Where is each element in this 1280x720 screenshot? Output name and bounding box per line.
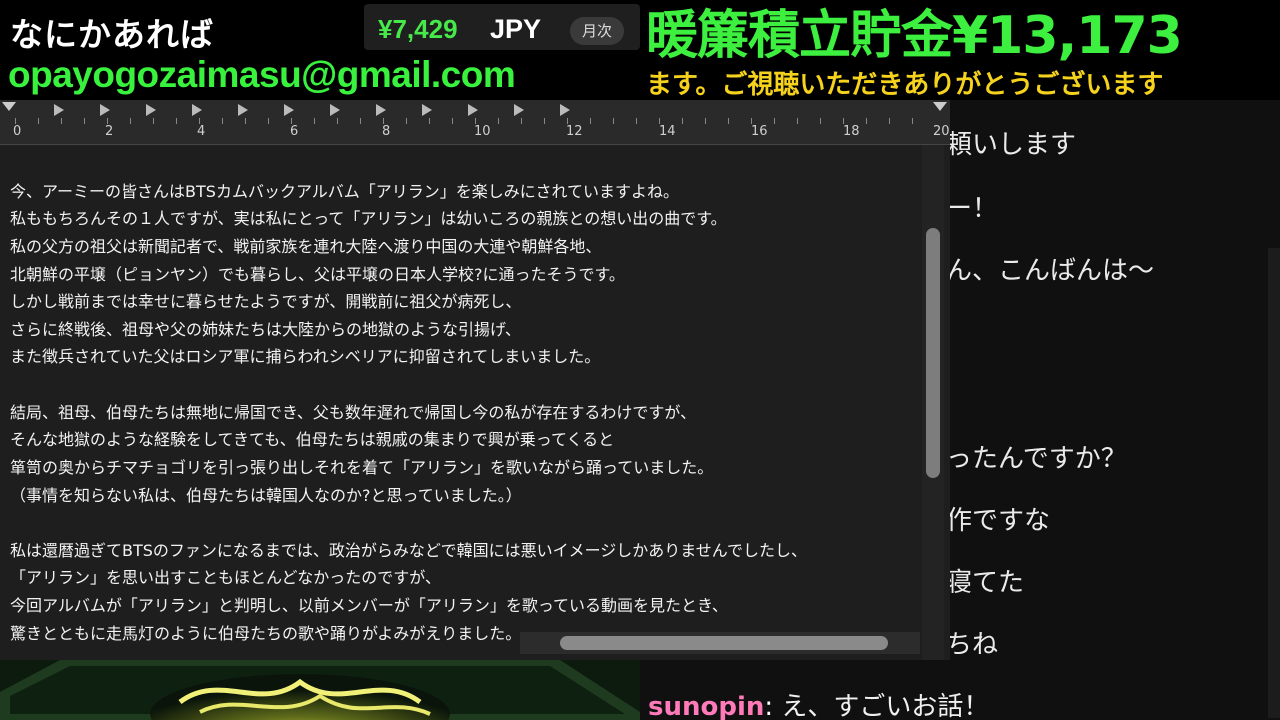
ruler-number: 12 [566, 124, 583, 139]
chat-username: sunopin [648, 692, 765, 720]
chat-scrollbar[interactable] [1268, 248, 1280, 718]
tab-stop-icon[interactable] [146, 104, 156, 116]
okonomiyaki-image [0, 652, 640, 720]
ruler-number: 14 [659, 124, 676, 139]
ruler-number: 4 [197, 124, 206, 139]
horizontal-scrollbar-thumb[interactable] [560, 636, 888, 650]
chat-message-latest: sunopin: え、すごいお話！ [648, 686, 989, 720]
tab-stop-icon[interactable] [376, 104, 386, 116]
tab-stop-icon[interactable] [560, 104, 570, 116]
tab-stop-icon[interactable] [330, 104, 340, 116]
document-line: 北朝鮮の平壌（ピョンヤン）でも暮らし、父は平壌の日本人学校?に通ったそうです。 [10, 265, 625, 284]
document-line: 私ももちろんその１人ですが、実は私にとって「アリラン」は幼いころの親族との想い出… [10, 209, 727, 228]
tab-stop-icon[interactable] [284, 104, 294, 116]
ruler-number: 8 [382, 124, 391, 139]
chat-colon: : [764, 692, 782, 720]
document-line: 私の父方の祖父は新聞記者で、戦前家族を連れ大陸へ渡り中国の大連や朝鮮各地、 [10, 237, 602, 256]
ruler-number: 16 [751, 124, 768, 139]
ruler-number: 20 [933, 124, 950, 139]
document-line: 私は還暦過ぎてBTSのファンになるまでは、政治がらみなどで韓国には悪いイメージし… [10, 541, 807, 560]
tab-stop-icon[interactable] [468, 104, 478, 116]
ruler-number: 0 [13, 124, 22, 139]
document-line: 今回アルバムが「アリラン」と判明し、以前メンバーが「アリラン」を歌っている動画を… [10, 596, 728, 615]
currency-period-badge[interactable]: 月次 [570, 17, 624, 45]
tab-stop-icon[interactable] [54, 104, 64, 116]
chat-message: 寝てた [946, 568, 1025, 598]
document-line: 驚きとともに走馬灯のように伯母たちの歌や踊りがよみがえりました。 [10, 624, 522, 643]
tab-stop-icon[interactable] [192, 104, 202, 116]
tab-stop-icon[interactable] [100, 104, 110, 116]
contact-title: なにかあれば [10, 15, 214, 54]
currency-widget: ¥7,429 JPY 月次 [364, 4, 640, 50]
document-line: 「アリラン」を思い出すこともほとんどなかったのですが、 [10, 568, 441, 587]
ruler-number: 6 [290, 124, 299, 139]
contact-email: opayogozaimasu@gmail.com [8, 54, 516, 95]
chat-message-text: え、すごいお話！ [781, 692, 990, 720]
document-line: さらに終戦後、祖母や父の姉妹たちは大陸からの地獄のような引揚げ、 [10, 320, 521, 339]
document-line: （事情を知らない私は、伯母たちは韓国人なのか?と思っていました。） [10, 486, 522, 505]
currency-code: JPY [490, 14, 542, 44]
text-editor-window: 0 2 4 6 8 10 12 14 16 18 20 今、アーミーの皆さんはB… [0, 100, 950, 660]
document-line: そんな地獄のような経験をしてきても、伯母たちは親戚の集まりで興が乗ってくると [10, 430, 615, 449]
ruler-number: 18 [843, 124, 860, 139]
document-line: また徴兵されていた父はロシア軍に捕らわれシベリアに抑留されてしまいました。 [10, 347, 601, 366]
vertical-scrollbar-thumb[interactable] [926, 228, 940, 478]
left-indent-marker-icon[interactable] [2, 102, 16, 111]
chat-message: 頼いします [946, 130, 1077, 160]
ruler[interactable]: 0 2 4 6 8 10 12 14 16 18 20 [0, 100, 950, 145]
chat-message: ったんですか？ [946, 444, 1127, 474]
tab-stop-icon[interactable] [514, 104, 524, 116]
document-line: 箪笥の奥からチマチョゴリを引っ張り出しそれを着て「アリラン」を歌いながら踊ってい… [10, 458, 714, 477]
ruler-number: 2 [105, 124, 114, 139]
right-indent-marker-icon[interactable] [933, 102, 947, 111]
document-line: 結局、祖母、伯母たちは無地に帰国でき、父も数年遅れで帰国し今の私が存在するわけで… [10, 403, 697, 422]
currency-amount: ¥7,429 [378, 14, 458, 44]
ruler-number: 10 [474, 124, 491, 139]
chat-message: 作ですな [946, 506, 1051, 536]
chat-message: ん、こんばんは〜 [946, 256, 1155, 286]
chat-message: ちね [946, 630, 999, 660]
chat-message: ー！ [946, 194, 999, 224]
document-line: しかし戦前までは幸せに暮らせたようですが、開戦前に祖父が病死し、 [10, 292, 522, 311]
document-line: 今、アーミーの皆さんはBTSカムバックアルバム「アリラン」を楽しみにされています… [10, 182, 679, 201]
tab-stop-icon[interactable] [422, 104, 432, 116]
tab-stop-icon[interactable] [238, 104, 248, 116]
thanks-ticker: ます。ご視聴いただきありがとうございます [646, 70, 1164, 100]
savings-counter: 暖簾積立貯金¥13,173 [646, 6, 1183, 66]
document-body[interactable]: 今、アーミーの皆さんはBTSカムバックアルバム「アリラン」を楽しみにされています… [0, 145, 920, 660]
